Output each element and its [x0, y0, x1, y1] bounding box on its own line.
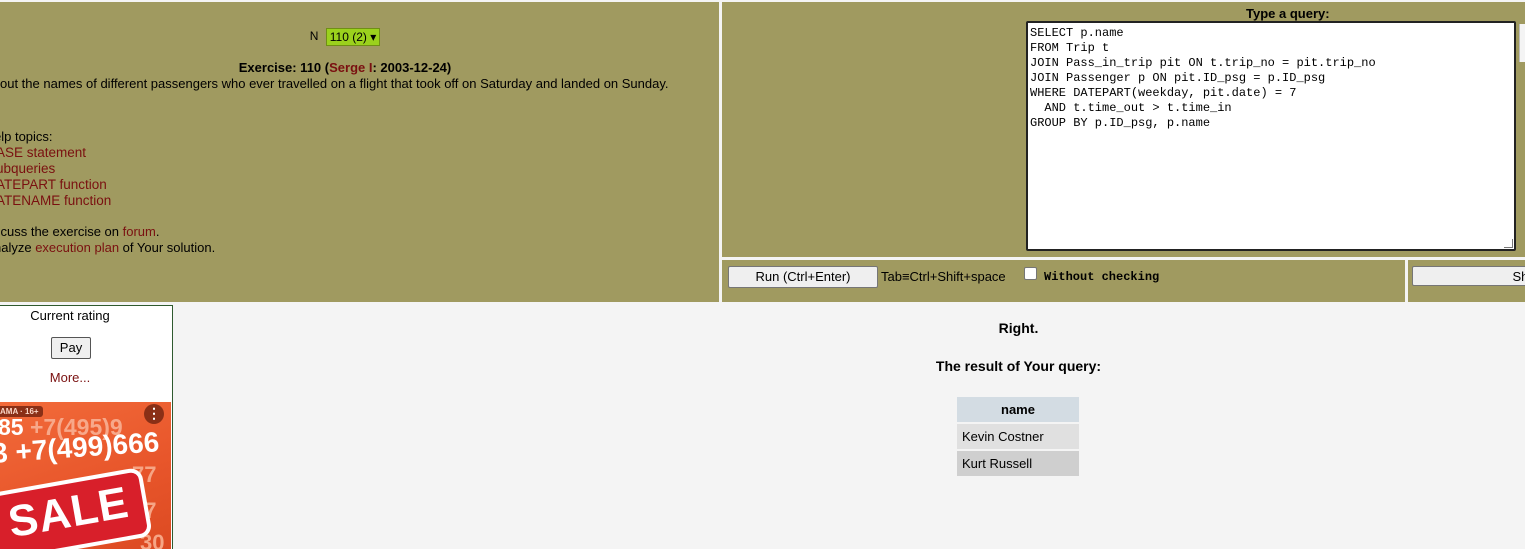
discuss-text: scuss the exercise on	[0, 224, 123, 239]
show-button[interactable]: Show	[1412, 266, 1525, 286]
query-text: SELECT p.name FROM Trip t JOIN Pass_in_t…	[1030, 26, 1376, 130]
rating-sidebar: Current rating Pay More... AMA · 16+ ⋮ 8…	[0, 305, 173, 549]
scrollbar[interactable]	[1519, 24, 1525, 62]
advertisement-banner[interactable]: AMA · 16+ ⋮ 85 +7(495)9 3 +7(499)666 77 …	[0, 402, 171, 549]
table-row: Kevin Costner	[957, 424, 1079, 449]
help-link-datename[interactable]: ATENAME function	[0, 193, 111, 208]
table-cell: Kevin Costner	[957, 424, 1079, 449]
analyze-suffix: of Your solution.	[119, 240, 216, 255]
help-topics-title: elp topics:	[0, 129, 53, 144]
show-panel: Show	[1408, 260, 1525, 302]
exercise-number-select[interactable]: 110 (2) ▾	[325, 28, 381, 46]
analyze-text: nalyze	[0, 240, 32, 255]
pay-button[interactable]: Pay	[51, 337, 91, 359]
discuss-suffix: .	[155, 224, 160, 239]
resize-grip-icon[interactable]	[1504, 239, 1513, 248]
exercise-title-suffix: : 2003-12-24)	[372, 60, 452, 75]
result-table: name Kevin Costner Kurt Russell	[955, 395, 1081, 478]
table-row: Kurt Russell	[957, 451, 1079, 476]
exercise-title-prefix: Exercise: 110 (	[238, 60, 330, 75]
help-link-subqueries[interactable]: ubqueries	[0, 161, 55, 176]
table-cell: Kurt Russell	[957, 451, 1079, 476]
tab-hint: Tab≡Ctrl+Shift+space	[881, 269, 1006, 284]
exercise-author-link[interactable]: Serge I	[329, 60, 372, 75]
analyze-line: nalyze execution plan of Your solution.	[0, 240, 215, 255]
execution-plan-link[interactable]: execution plan	[35, 240, 119, 255]
more-options-icon[interactable]: ⋮	[144, 404, 164, 424]
run-button[interactable]: Run (Ctrl+Enter)	[728, 266, 878, 288]
query-label: Type a query:	[1246, 6, 1330, 21]
help-link-datepart[interactable]: ATEPART function	[0, 177, 107, 192]
forum-link[interactable]: forum	[123, 224, 156, 239]
help-link-case[interactable]: ASE statement	[0, 145, 86, 160]
without-checking-label: Without checking	[1044, 270, 1160, 284]
without-checking-checkbox[interactable]	[1024, 267, 1037, 280]
column-header-name: name	[957, 397, 1079, 422]
ad-sale-badge: SALE	[0, 466, 153, 549]
result-status: Right.	[998, 320, 1039, 336]
exercise-selector-row: N 110 (2) ▾	[0, 28, 690, 46]
exercise-title: Exercise: 110 (Serge I: 2003-12-24)	[0, 60, 690, 75]
chevron-down-icon: ▾	[370, 30, 377, 44]
query-editor[interactable]: SELECT p.name FROM Trip t JOIN Pass_in_t…	[1026, 21, 1516, 251]
discuss-line: scuss the exercise on forum.	[0, 224, 159, 239]
result-label: The result of Your query:	[935, 358, 1102, 374]
exercise-task-text: out the names of different passengers wh…	[0, 76, 669, 91]
exercise-number-label: N	[309, 29, 319, 44]
help-topics-list: ASE statement ubqueries ATEPART function…	[0, 145, 111, 209]
exercise-panel: N 110 (2) ▾ Exercise: 110 (Serge I: 2003…	[0, 2, 719, 302]
exercise-number-value: 110 (2)	[329, 30, 367, 44]
